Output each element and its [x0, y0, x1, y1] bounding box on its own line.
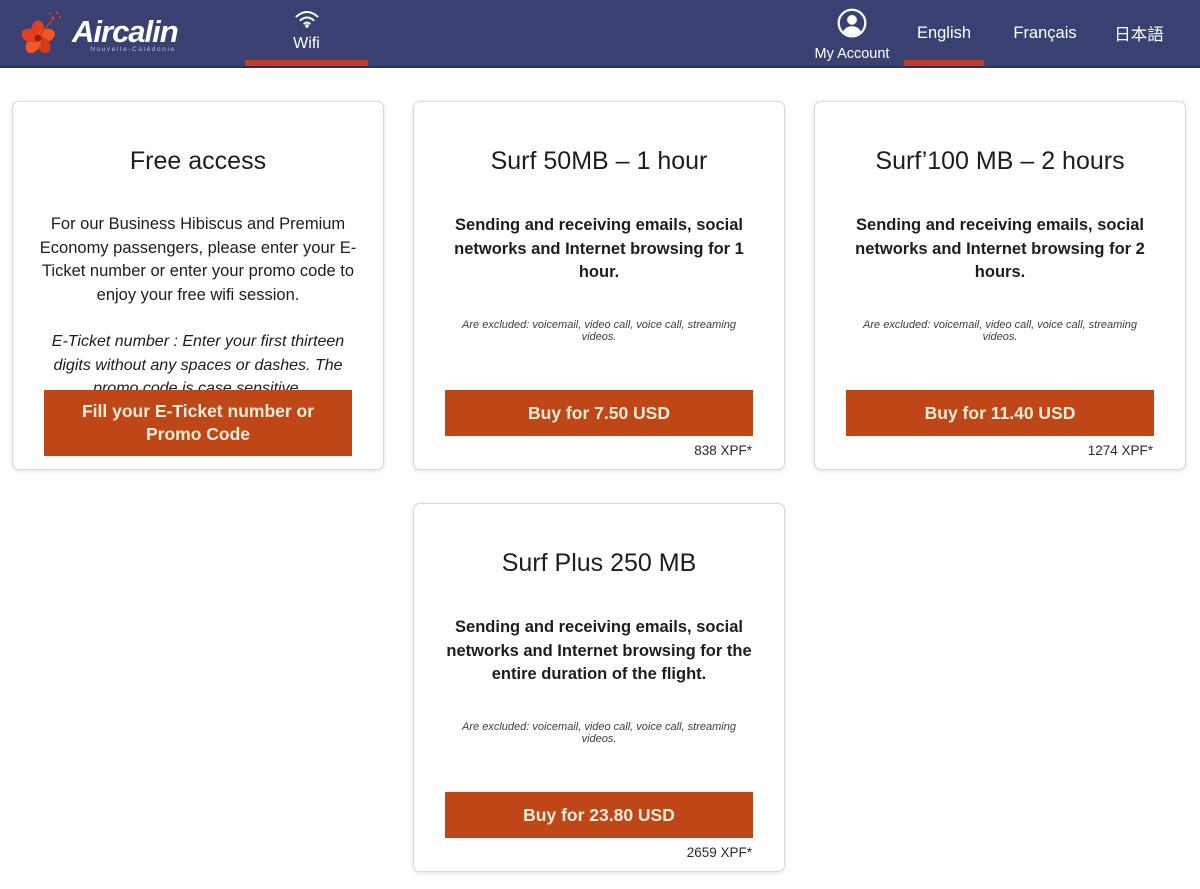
- lang-japanese[interactable]: 日本語: [1104, 0, 1174, 66]
- hibiscus-flower-icon: [22, 8, 66, 61]
- plan-cards-row-1: Free access For our Business Hibiscus an…: [0, 101, 1200, 470]
- wifi-icon: [294, 9, 320, 33]
- card-surf-100mb: Surf’100 MB – 2 hours Sending and receiv…: [814, 101, 1186, 470]
- lang-english-label: English: [917, 24, 971, 43]
- brand-tagline: Nouvelle-Calédonie: [72, 46, 178, 53]
- lang-japanese-label: 日本語: [1114, 21, 1164, 45]
- card-surf-plus-250mb: Surf Plus 250 MB Sending and receiving e…: [413, 503, 785, 872]
- alt-currency-price: 2659 XPF*: [687, 845, 752, 860]
- lang-english[interactable]: English: [904, 0, 984, 66]
- my-account-button[interactable]: My Account: [804, 0, 900, 66]
- card-surf-50mb: Surf 50MB – 1 hour Sending and receiving…: [413, 101, 785, 470]
- card-description: Sending and receiving emails, social net…: [440, 214, 758, 285]
- brand-wordmark: Aircalin: [72, 16, 178, 48]
- card-description: Sending and receiving emails, social net…: [841, 214, 1159, 285]
- card-title: Free access: [13, 146, 383, 176]
- card-free-access: Free access For our Business Hibiscus an…: [12, 101, 384, 470]
- card-description: For our Business Hibiscus and Premium Ec…: [39, 213, 357, 307]
- alt-currency-price: 1274 XPF*: [1088, 443, 1153, 458]
- buy-surf-100mb-button[interactable]: Buy for 11.40 USD: [846, 390, 1154, 436]
- alt-currency-price: 838 XPF*: [694, 443, 752, 458]
- tab-wifi[interactable]: Wifi: [245, 0, 368, 66]
- card-exclusions-note: Are excluded: voicemail, video call, voi…: [444, 319, 754, 343]
- fill-eticket-button[interactable]: Fill your E-Ticket number or Promo Code: [44, 390, 352, 456]
- user-icon: [837, 8, 867, 43]
- card-exclusions-note: Are excluded: voicemail, video call, voi…: [444, 721, 754, 745]
- card-description: Sending and receiving emails, social net…: [440, 616, 758, 687]
- active-tab-indicator: [245, 60, 368, 66]
- plan-cards-row-2: Surf Plus 250 MB Sending and receiving e…: [0, 503, 1200, 872]
- buy-surf-plus-250mb-button[interactable]: Buy for 23.80 USD: [445, 792, 753, 838]
- buy-surf-50mb-button[interactable]: Buy for 7.50 USD: [445, 390, 753, 436]
- tab-wifi-label: Wifi: [293, 35, 320, 53]
- brand-logo[interactable]: Aircalin Nouvelle-Calédonie: [22, 8, 178, 61]
- card-title: Surf Plus 250 MB: [414, 548, 784, 578]
- card-title: Surf 50MB – 1 hour: [414, 146, 784, 176]
- my-account-label: My Account: [815, 46, 890, 62]
- top-nav: Aircalin Nouvelle-Calédonie Wifi: [0, 0, 1200, 68]
- lang-francais-label: Français: [1013, 24, 1076, 43]
- lang-francais[interactable]: Français: [1002, 0, 1088, 66]
- active-lang-indicator: [904, 60, 984, 66]
- card-exclusions-note: Are excluded: voicemail, video call, voi…: [845, 319, 1155, 343]
- card-title: Surf’100 MB – 2 hours: [815, 146, 1185, 176]
